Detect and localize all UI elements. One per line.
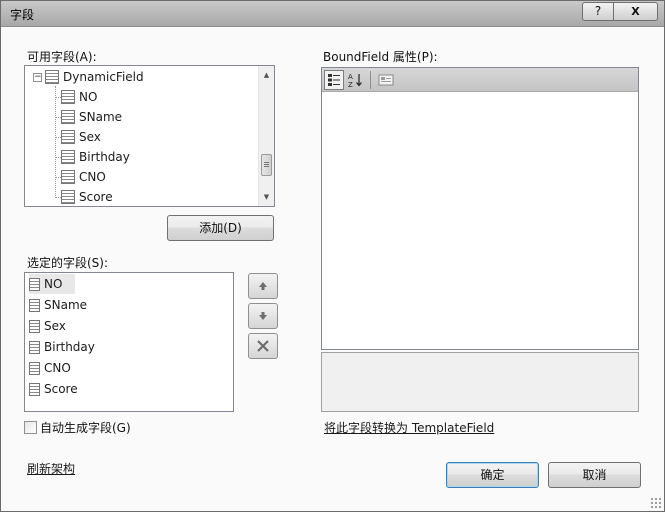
available-fields-label: 可用字段(A): <box>27 50 97 64</box>
svg-text:Z: Z <box>348 81 353 88</box>
properties-label: BoundField 属性(P): <box>323 50 438 64</box>
resize-grip[interactable] <box>650 497 661 508</box>
tree-item-label: Score <box>79 190 113 204</box>
list-item[interactable]: Score <box>29 379 78 399</box>
tree-item[interactable]: Score <box>61 187 113 207</box>
scroll-down-icon[interactable]: ▼ <box>259 189 274 205</box>
alphabetical-sort-icon[interactable]: A Z <box>346 70 366 90</box>
list-item-label: NO <box>44 277 63 291</box>
delete-field-button[interactable] <box>248 333 278 359</box>
title-bar[interactable]: 字段 ? X <box>1 1 664 27</box>
field-icon <box>29 277 40 291</box>
list-item-label: Sex <box>44 319 66 333</box>
available-scrollbar[interactable]: ▲ ▼ <box>258 66 274 206</box>
list-item[interactable]: Birthday <box>29 337 95 357</box>
tree-item-label: NO <box>79 90 98 104</box>
tree-item-label: Sex <box>79 130 101 144</box>
categorized-icon[interactable] <box>324 70 344 90</box>
list-item[interactable]: NO <box>29 274 75 294</box>
close-button[interactable]: X <box>613 2 658 21</box>
close-icon: X <box>631 5 640 18</box>
property-grid[interactable]: A Z <box>321 67 639 350</box>
convert-to-template-link[interactable]: 将此字段转换为 TemplateField <box>324 419 494 436</box>
field-icon <box>29 298 40 312</box>
scroll-up-icon[interactable]: ▲ <box>259 67 274 83</box>
arrow-down-icon <box>259 312 267 320</box>
autogen-checkbox[interactable] <box>24 421 37 434</box>
property-description-panel <box>321 352 639 412</box>
property-toolbar: A Z <box>322 68 638 92</box>
list-item-label: CNO <box>44 361 71 375</box>
arrow-up-icon <box>259 282 267 290</box>
delete-x-icon <box>257 340 269 352</box>
ok-button[interactable]: 确定 <box>446 462 539 488</box>
field-icon <box>29 319 40 333</box>
tree-root-label: DynamicField <box>63 70 144 84</box>
window-title: 字段 <box>10 8 35 22</box>
tree-item[interactable]: CNO <box>61 167 106 187</box>
tree-line <box>55 86 56 196</box>
collapse-icon[interactable]: − <box>33 73 42 82</box>
field-icon <box>29 361 40 375</box>
svg-text:A: A <box>348 73 353 81</box>
field-icon <box>61 170 75 184</box>
help-button[interactable]: ? <box>582 2 614 21</box>
table-icon <box>45 70 59 84</box>
list-item[interactable]: CNO <box>29 358 71 378</box>
field-icon <box>61 150 75 164</box>
tree-item-label: SName <box>79 110 123 124</box>
field-icon <box>61 110 75 124</box>
field-icon <box>29 382 40 396</box>
scroll-thumb[interactable] <box>261 154 272 176</box>
tree-item[interactable]: SName <box>61 107 122 127</box>
list-item[interactable]: SName <box>29 295 87 315</box>
field-icon <box>61 130 75 144</box>
cancel-button[interactable]: 取消 <box>548 462 641 488</box>
list-item-label: Score <box>44 382 78 396</box>
property-pages-icon[interactable] <box>376 70 396 90</box>
list-item-label: SName <box>44 298 88 312</box>
field-icon <box>61 190 75 204</box>
add-button[interactable]: 添加(D) <box>167 215 274 241</box>
refresh-schema-link[interactable]: 刷新架构 <box>27 460 75 477</box>
move-up-button[interactable] <box>248 273 278 299</box>
move-down-button[interactable] <box>248 303 278 329</box>
tree-item[interactable]: NO <box>61 87 97 107</box>
selected-fields-list[interactable]: NO SName Sex Birthday CNO Score <box>24 272 234 412</box>
autogen-label[interactable]: 自动生成字段(G) <box>40 419 131 436</box>
tree-root[interactable]: DynamicField <box>45 67 144 87</box>
tree-item[interactable]: Sex <box>61 127 101 147</box>
tree-item-label: Birthday <box>79 150 130 164</box>
tree-item[interactable]: Birthday <box>61 147 130 167</box>
fields-dialog: 字段 ? X 可用字段(A): − DynamicField NO SName … <box>0 0 665 512</box>
list-item[interactable]: Sex <box>29 316 66 336</box>
field-icon <box>61 90 75 104</box>
tree-item-label: CNO <box>79 170 106 184</box>
field-icon <box>29 340 40 354</box>
selected-fields-label: 选定的字段(S): <box>27 256 109 270</box>
list-item-label: Birthday <box>44 340 95 354</box>
available-fields-tree[interactable]: − DynamicField NO SName Sex Birthday CNO… <box>24 65 275 207</box>
